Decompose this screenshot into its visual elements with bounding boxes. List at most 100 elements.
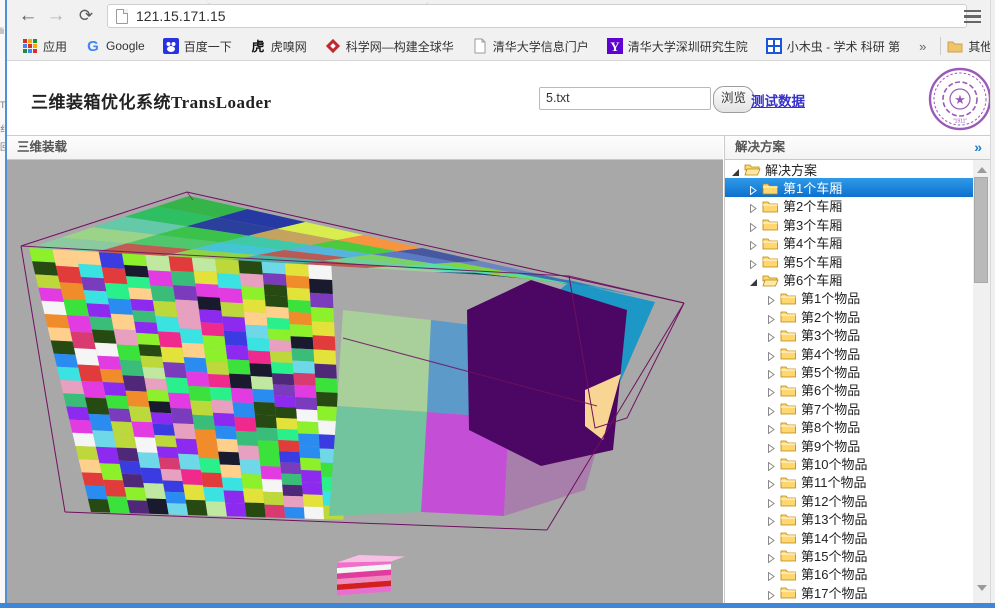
panel-collapse-icon[interactable]: » (974, 136, 982, 159)
scroll-down-icon[interactable] (977, 585, 987, 591)
sciencenet-diamond-icon (325, 38, 341, 54)
tree-node-item-5[interactable]: 第5个物品 (725, 362, 973, 380)
menu-icon[interactable] (958, 5, 986, 28)
tree-node-item-17[interactable]: 第17个物品 (725, 583, 973, 601)
tree-node-item-16[interactable]: 第16个物品 (725, 565, 973, 583)
bookmark-google-g[interactable]: GGoogle (85, 38, 145, 55)
expand-arrow-icon[interactable] (767, 404, 776, 413)
expand-arrow-icon[interactable] (767, 312, 776, 321)
expand-arrow-icon[interactable] (767, 459, 776, 468)
bookmarks-overflow-icon[interactable]: » (919, 39, 926, 54)
tree-root-solution[interactable]: 解决方案 (725, 160, 973, 178)
viewer-3d-canvas[interactable] (7, 160, 723, 603)
folder-icon (780, 328, 797, 342)
expand-arrow-icon[interactable] (749, 257, 758, 266)
tree-node-item-8[interactable]: 第8个物品 (725, 417, 973, 435)
tree-node-item-2[interactable]: 第2个物品 (725, 307, 973, 325)
tree-node-label: 第6个物品 (801, 380, 860, 399)
bookmark-baidu-paw[interactable]: 百度一下 (163, 38, 232, 55)
expand-arrow-icon[interactable] (767, 349, 776, 358)
tree-node-item-9[interactable]: 第9个物品 (725, 436, 973, 454)
tree-node-carriage-4[interactable]: 第4个车厢 (725, 234, 973, 252)
tree-node-label: 第5个物品 (801, 362, 860, 381)
tree-node-item-15[interactable]: 第15个物品 (725, 546, 973, 564)
tree-node-carriage-5[interactable]: 第5个车厢 (725, 252, 973, 270)
tree-scrollbar[interactable] (973, 160, 990, 603)
reload-button[interactable]: ⟳ (73, 3, 99, 29)
tree-node-label: 第13个物品 (801, 509, 867, 528)
tree-node-label: 第11个物品 (801, 472, 867, 491)
tree-node-label: 第4个物品 (801, 344, 860, 363)
tree-node-label: 第8个物品 (801, 417, 860, 436)
file-input[interactable]: 5.txt (539, 87, 711, 110)
browse-button[interactable]: 浏览 (713, 86, 754, 113)
bookmarks-bar: 应用 GGoogle 百度一下 虎虎嗅网 科学网—构建全球华 清华大学信息门户 Y清华大学深… (7, 32, 990, 61)
bookmark-huxiu-tiger[interactable]: 虎虎嗅网 (250, 38, 307, 55)
expand-arrow-icon[interactable] (767, 514, 776, 523)
bookmark-apps-grid[interactable]: 应用 (22, 38, 67, 55)
tree-node-carriage-3[interactable]: 第3个车厢 (725, 215, 973, 233)
test-data-link[interactable]: 测试数据 (751, 90, 805, 110)
expand-arrow-icon[interactable] (749, 220, 758, 229)
tree-node-item-11[interactable]: 第11个物品 (725, 473, 973, 491)
tree-node-item-6[interactable]: 第6个物品 (725, 381, 973, 399)
tree-node-label: 第16个物品 (801, 564, 867, 583)
back-button[interactable]: ← (15, 3, 41, 29)
tree-node-item-1[interactable]: 第1个物品 (725, 289, 973, 307)
expand-arrow-icon[interactable] (767, 422, 776, 431)
tree-node-item-3[interactable]: 第3个物品 (725, 326, 973, 344)
tree-node-item-4[interactable]: 第4个物品 (725, 344, 973, 362)
app-title: 三维装箱优化系统TransLoader (31, 88, 272, 113)
folder-icon (762, 236, 779, 250)
tree-node-label: 第4个车厢 (783, 233, 842, 252)
expand-arrow-icon[interactable] (767, 569, 776, 578)
collapse-arrow-icon[interactable] (731, 165, 740, 174)
folder-icon (780, 346, 797, 360)
url-text[interactable]: 121.15.171.15 (136, 8, 226, 24)
tree-node-item-7[interactable]: 第7个物品 (725, 399, 973, 417)
tree-node-item-13[interactable]: 第13个物品 (725, 509, 973, 527)
scroll-up-icon[interactable] (977, 167, 987, 173)
expand-arrow-icon[interactable] (749, 201, 758, 210)
bookmark-label: 清华大学深圳研究生院 (628, 38, 748, 55)
tree-node-label: 第17个物品 (801, 583, 867, 602)
other-bookmarks-button[interactable]: 其他书签 (947, 38, 995, 55)
viewer-panel-title: 三维装载 (17, 140, 67, 154)
tree-node-carriage-6[interactable]: 第6个车厢 (725, 270, 973, 288)
tree-node-item-10[interactable]: 第10个物品 (725, 454, 973, 472)
tree-node-item-12[interactable]: 第12个物品 (725, 491, 973, 509)
expand-arrow-icon[interactable] (749, 238, 758, 247)
scroll-thumb[interactable] (974, 177, 988, 283)
bookmark-sciencenet-diamond[interactable]: 科学网—构建全球华 (325, 38, 454, 55)
folder-icon (780, 475, 797, 489)
expand-arrow-icon[interactable] (767, 477, 776, 486)
collapse-arrow-icon[interactable] (749, 275, 758, 284)
expand-arrow-icon[interactable] (767, 551, 776, 560)
expand-arrow-icon[interactable] (767, 385, 776, 394)
folder-icon (762, 254, 779, 268)
tree-node-carriage-2[interactable]: 第2个车厢 (725, 197, 973, 215)
bookmark-xiaomuchong-grid[interactable]: 小木虫 - 学术 科研 第 (766, 38, 900, 55)
forward-button[interactable]: → (43, 3, 69, 29)
expand-arrow-icon[interactable] (767, 588, 776, 597)
browser-toolbar: ← → ⟳ 121.15.171.15 (7, 0, 990, 32)
tree-node-label: 解决方案 (765, 160, 817, 179)
tree-node-carriage-1[interactable]: 第1个车厢 (725, 178, 973, 196)
folder-icon (780, 291, 797, 305)
expand-arrow-icon[interactable] (767, 330, 776, 339)
expand-arrow-icon[interactable] (767, 367, 776, 376)
url-bar[interactable]: 121.15.171.15 (107, 4, 967, 28)
tree-node-item-14[interactable]: 第14个物品 (725, 528, 973, 546)
solution-panel-header: 解决方案 » (724, 136, 990, 160)
expand-arrow-icon[interactable] (767, 496, 776, 505)
expand-arrow-icon[interactable] (767, 441, 776, 450)
bookmark-page[interactable]: 清华大学信息门户 (472, 38, 589, 55)
svg-text:"1911": "1911" (953, 119, 968, 125)
bookmark-yahoo-y[interactable]: Y清华大学深圳研究生院 (607, 38, 748, 55)
expand-arrow-icon[interactable] (767, 293, 776, 302)
svg-text:虎: 虎 (251, 39, 264, 54)
tree-node-label: 第6个车厢 (783, 270, 842, 289)
expand-arrow-icon[interactable] (749, 183, 758, 192)
bookmark-label: 虎嗅网 (271, 38, 307, 55)
expand-arrow-icon[interactable] (767, 533, 776, 542)
